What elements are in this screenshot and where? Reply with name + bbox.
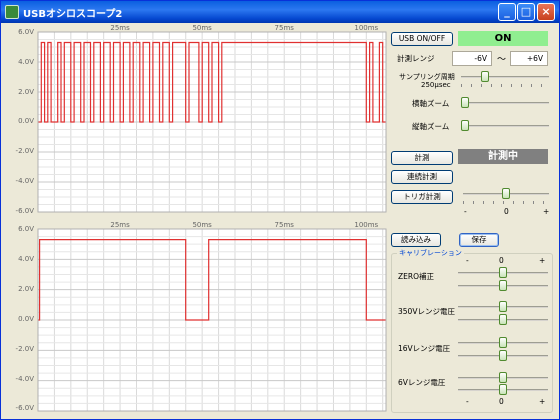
slider-thumb[interactable] — [499, 372, 507, 383]
maximize-button[interactable]: □ — [517, 3, 535, 21]
range350-slider-2[interactable] — [458, 314, 548, 326]
cal-bottom-plus: + — [539, 397, 546, 406]
sampling-value: 250μsec — [421, 81, 451, 89]
range350-label: 350Vレンジ電圧 — [398, 307, 455, 316]
slider-track — [461, 76, 549, 78]
measure-status-indicator: 計測中 — [458, 149, 548, 164]
slider-thumb[interactable] — [481, 71, 489, 82]
range6-slider-1[interactable] — [458, 372, 548, 384]
vertical-zoom-slider[interactable] — [461, 120, 549, 132]
window-title: USBオシロスコープ2 — [23, 9, 123, 20]
zero-correction-slider-1[interactable] — [458, 267, 548, 279]
range6-slider-2[interactable] — [458, 384, 548, 396]
x-tick-label: 25ms — [110, 221, 130, 229]
range-max-field[interactable]: +6V — [510, 51, 548, 66]
x-tick-label: 75ms — [275, 24, 295, 32]
top-y-label: 0.0V — [18, 117, 34, 125]
slider-thumb[interactable] — [499, 337, 507, 348]
range-label: 計測レンジ — [397, 54, 435, 63]
load-button[interactable]: 読み込み — [391, 233, 441, 247]
x-tick-label: 25ms — [110, 24, 130, 32]
save-button[interactable]: 保存 — [459, 233, 499, 247]
bottom-y-label: -2.0V — [15, 345, 34, 353]
top-y-label: -2.0V — [15, 147, 34, 155]
slider-thumb[interactable] — [499, 301, 507, 312]
title-bar[interactable]: USBオシロスコープ2 _ □ × — [1, 1, 559, 23]
top-y-label: 4.0V — [18, 58, 34, 66]
close-button[interactable]: × — [537, 3, 555, 21]
sampling-slider[interactable] — [461, 71, 549, 87]
trigger-minus-label: - — [464, 207, 467, 216]
slider-track — [461, 125, 549, 127]
range-tilde: ～ — [497, 55, 507, 65]
calibration-title: キャリブレーション — [397, 248, 464, 258]
x-tick-label: 100ms — [354, 221, 378, 229]
slider-track — [461, 102, 549, 104]
slider-thumb[interactable] — [499, 350, 507, 361]
x-tick-label: 75ms — [275, 221, 295, 229]
zero-correction-slider-2[interactable] — [458, 280, 548, 292]
top-y-label: -4.0V — [15, 177, 34, 185]
range16-label: 16Vレンジ電圧 — [398, 344, 451, 353]
slider-ticks — [463, 201, 549, 204]
horizontal-zoom-slider[interactable] — [461, 97, 549, 109]
usb-onoff-button[interactable]: USB ON/OFF — [391, 32, 453, 46]
top-waveform-chart: 25ms 50ms 75ms 100ms — [37, 24, 387, 213]
slider-thumb[interactable] — [499, 280, 507, 291]
range16-slider-2[interactable] — [458, 350, 548, 362]
slider-thumb[interactable] — [461, 120, 469, 131]
x-tick-label: 50ms — [192, 221, 212, 229]
slider-thumb[interactable] — [499, 314, 507, 325]
top-y-label: 6.0V — [18, 28, 34, 36]
cal-bottom-minus: - — [466, 397, 469, 406]
continuous-measure-button[interactable]: 連続計測 — [391, 170, 453, 184]
slider-ticks — [461, 84, 549, 87]
vertical-zoom-label: 縦軸ズーム — [412, 122, 450, 131]
cal-bottom-value: 0 — [499, 397, 504, 406]
bottom-y-label: 0.0V — [18, 315, 34, 323]
bottom-y-label: 4.0V — [18, 255, 34, 263]
range16-slider-1[interactable] — [458, 337, 548, 349]
x-tick-label: 100ms — [354, 24, 378, 32]
minimize-button[interactable]: _ — [498, 3, 516, 21]
range-min-field[interactable]: -6V — [452, 51, 492, 66]
slider-thumb[interactable] — [461, 97, 469, 108]
top-y-label: -6.0V — [15, 207, 34, 215]
x-tick-label: 50ms — [192, 24, 212, 32]
bottom-waveform-chart: 25ms 50ms 75ms 100ms — [37, 221, 387, 412]
bottom-y-label: -4.0V — [15, 375, 34, 383]
zero-correction-label: ZERO補正 — [398, 272, 434, 281]
slider-thumb[interactable] — [499, 384, 507, 395]
range6-label: 6Vレンジ電圧 — [398, 378, 446, 387]
cal-top-minus: - — [466, 256, 469, 265]
slider-thumb[interactable] — [499, 267, 507, 278]
usb-status-indicator: ON — [458, 31, 548, 46]
bottom-y-label: 2.0V — [18, 285, 34, 293]
trigger-measure-button[interactable]: トリガ計測 — [391, 190, 453, 204]
app-window: USBオシロスコープ2 _ □ × 25ms 50ms 75ms 100ms 6.0V… — [0, 0, 560, 420]
horizontal-zoom-label: 横軸ズーム — [412, 99, 450, 108]
top-y-label: 2.0V — [18, 88, 34, 96]
app-icon — [5, 5, 19, 19]
range350-slider-1[interactable] — [458, 301, 548, 313]
bottom-y-label: -6.0V — [15, 404, 34, 412]
cal-top-value: 0 — [499, 256, 504, 265]
trigger-slider[interactable] — [463, 188, 549, 204]
trigger-plus-label: + — [543, 207, 550, 216]
bottom-y-label: 6.0V — [18, 225, 34, 233]
trigger-value: 0 — [504, 207, 509, 216]
cal-top-plus: + — [539, 256, 546, 265]
slider-thumb[interactable] — [502, 188, 510, 199]
measure-button[interactable]: 計測 — [391, 151, 453, 165]
